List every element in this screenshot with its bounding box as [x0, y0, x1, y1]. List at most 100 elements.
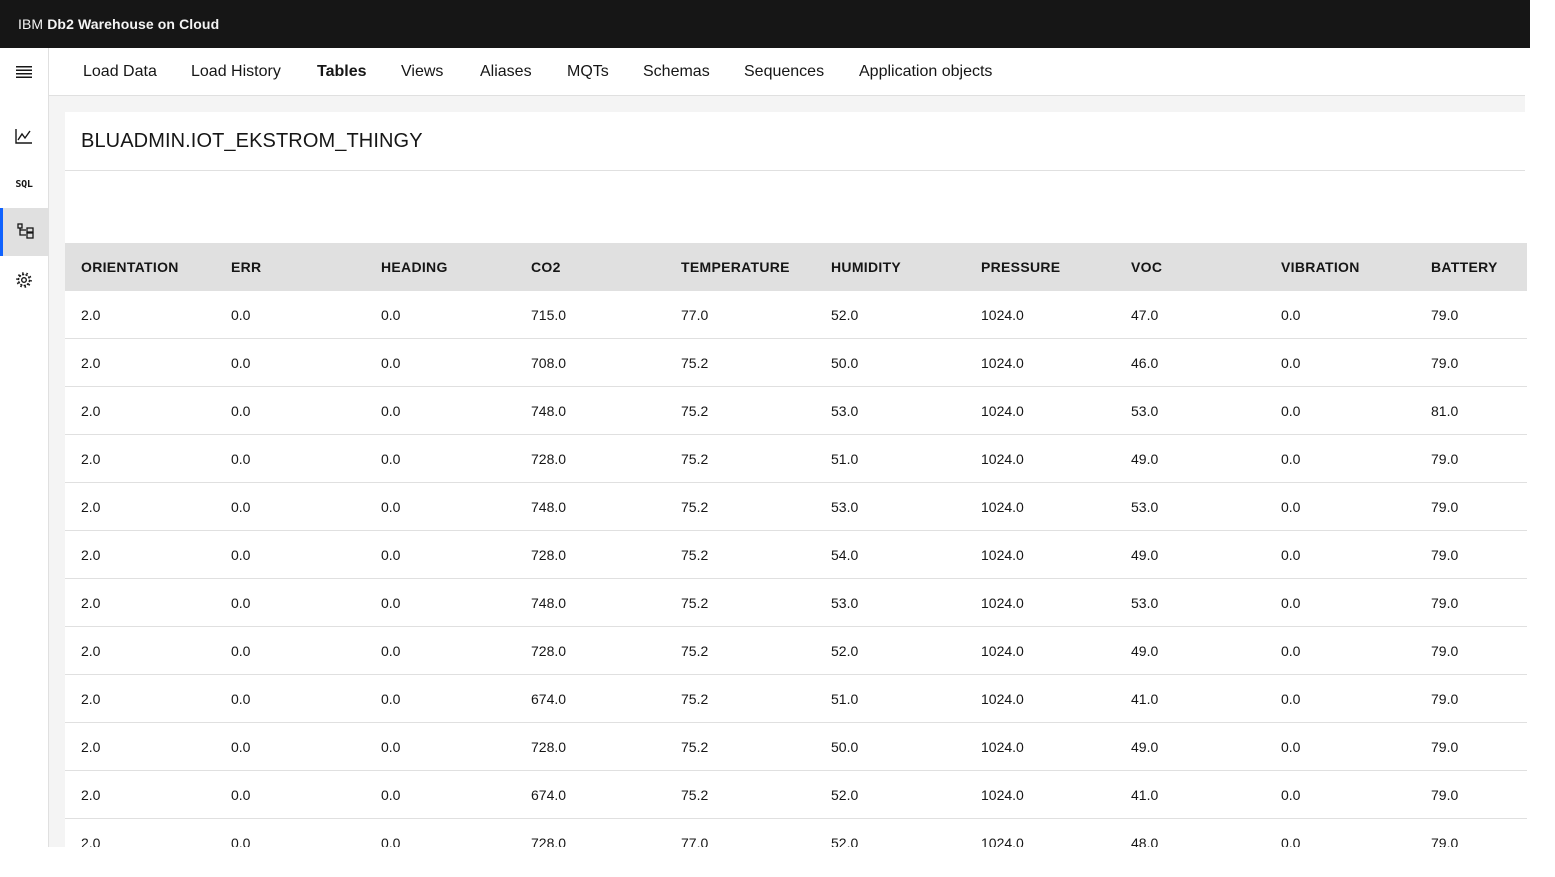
- cell-err: 0.0: [231, 739, 251, 755]
- cell-vibration: 0.0: [1281, 403, 1301, 419]
- cell-vibration: 0.0: [1281, 499, 1301, 515]
- cell-err: 0.0: [231, 787, 251, 803]
- cell-pressure: 1024.0: [981, 595, 1024, 611]
- cell-vibration: 0.0: [1281, 307, 1301, 323]
- cell-temperature: 75.2: [681, 739, 709, 755]
- table-row[interactable]: 2.0 0.0 0.0 748.0 75.2 53.0 1024.0 53.0 0.0 79.0: [65, 579, 1527, 627]
- column-header-co2[interactable]: CO2: [531, 259, 561, 275]
- tab-tables[interactable]: Tables: [317, 63, 367, 81]
- cell-pressure: 1024.0: [981, 643, 1024, 659]
- column-header-voc[interactable]: VOC: [1131, 259, 1162, 275]
- tab-sequences[interactable]: Sequences: [744, 63, 824, 81]
- cell-orientation: 2.0: [81, 451, 101, 467]
- sql-button[interactable]: SQL: [0, 160, 48, 208]
- cell-temperature: 75.2: [681, 355, 709, 371]
- cell-co2: 674.0: [531, 691, 567, 707]
- cell-vibration: 0.0: [1281, 451, 1301, 467]
- cell-heading: 0.0: [381, 451, 401, 467]
- explore-button[interactable]: [0, 208, 48, 256]
- table-row[interactable]: 2.0 0.0 0.0 728.0 75.2 50.0 1024.0 49.0 0.0 79.0: [65, 723, 1527, 771]
- column-header-vibration[interactable]: VIBRATION: [1281, 259, 1360, 275]
- cell-humidity: 51.0: [831, 691, 859, 707]
- tab-load-data[interactable]: Load Data: [83, 63, 157, 81]
- cell-vibration: 0.0: [1281, 691, 1301, 707]
- cell-vibration: 0.0: [1281, 739, 1301, 755]
- table-row[interactable]: 2.0 0.0 0.0 728.0 75.2 52.0 1024.0 49.0 0.0 79.0: [65, 627, 1527, 675]
- table-row[interactable]: 2.0 0.0 0.0 674.0 75.2 52.0 1024.0 41.0 0.0 79.0: [65, 771, 1527, 819]
- cell-err: 0.0: [231, 451, 251, 467]
- cell-humidity: 52.0: [831, 787, 859, 803]
- cell-voc: 49.0: [1131, 739, 1159, 755]
- table-row[interactable]: 2.0 0.0 0.0 748.0 75.2 53.0 1024.0 53.0 0.0 79.0: [65, 483, 1527, 531]
- cell-orientation: 2.0: [81, 403, 101, 419]
- cell-orientation: 2.0: [81, 691, 101, 707]
- table-row[interactable]: 2.0 0.0 0.0 728.0 75.2 54.0 1024.0 49.0 0.0 79.0: [65, 531, 1527, 579]
- content-area: BLUADMIN.IOT_EKSTROM_THINGY ORIENTATION E…: [49, 96, 1527, 867]
- settings-button[interactable]: [0, 256, 48, 304]
- cell-heading: 0.0: [381, 355, 401, 371]
- cell-heading: 0.0: [381, 691, 401, 707]
- tab-views[interactable]: Views: [401, 63, 443, 81]
- cell-pressure: 1024.0: [981, 547, 1024, 563]
- table-title: BLUADMIN.IOT_EKSTROM_THINGY: [81, 130, 423, 152]
- table-row[interactable]: 2.0 0.0 0.0 708.0 75.2 50.0 1024.0 46.0 0.0 79.0: [65, 339, 1527, 387]
- cell-voc: 53.0: [1131, 595, 1159, 611]
- table-row[interactable]: 2.0 0.0 0.0 674.0 75.2 51.0 1024.0 41.0 0.0 79.0: [65, 675, 1527, 723]
- cell-humidity: 52.0: [831, 643, 859, 659]
- cell-humidity: 50.0: [831, 355, 859, 371]
- cell-battery: 79.0: [1431, 643, 1459, 659]
- cell-err: 0.0: [231, 307, 251, 323]
- cell-heading: 0.0: [381, 643, 401, 659]
- cell-co2: 748.0: [531, 499, 567, 515]
- cell-pressure: 1024.0: [981, 499, 1024, 515]
- cell-battery: 79.0: [1431, 691, 1459, 707]
- menu-button[interactable]: [0, 48, 48, 96]
- divider: [65, 170, 1525, 171]
- cell-orientation: 2.0: [81, 595, 101, 611]
- tab-schemas[interactable]: Schemas: [643, 63, 710, 81]
- cell-battery: 81.0: [1431, 403, 1459, 419]
- cell-voc: 53.0: [1131, 403, 1159, 419]
- column-header-temperature[interactable]: TEMPERATURE: [681, 259, 790, 275]
- cell-orientation: 2.0: [81, 643, 101, 659]
- monitor-button[interactable]: [0, 112, 48, 160]
- cell-co2: 728.0: [531, 547, 567, 563]
- cell-co2: 674.0: [531, 787, 567, 803]
- schema-tree-icon: [16, 223, 34, 239]
- tab-load-history[interactable]: Load History: [191, 63, 281, 81]
- cell-temperature: 77.0: [681, 307, 709, 323]
- cell-temperature: 75.2: [681, 451, 709, 467]
- tab-mqts[interactable]: MQTs: [567, 63, 609, 81]
- cell-vibration: 0.0: [1281, 547, 1301, 563]
- column-header-humidity[interactable]: HUMIDITY: [831, 259, 901, 275]
- table-row[interactable]: 2.0 0.0 0.0 715.0 77.0 52.0 1024.0 47.0 0.0 79.0: [65, 291, 1527, 339]
- column-header-pressure[interactable]: PRESSURE: [981, 259, 1060, 275]
- cell-temperature: 75.2: [681, 643, 709, 659]
- cell-voc: 41.0: [1131, 691, 1159, 707]
- cell-heading: 0.0: [381, 595, 401, 611]
- cell-humidity: 53.0: [831, 595, 859, 611]
- tab-application-objects[interactable]: Application objects: [859, 63, 992, 81]
- column-header-orientation[interactable]: ORIENTATION: [81, 259, 179, 275]
- cell-err: 0.0: [231, 643, 251, 659]
- column-header-err[interactable]: ERR: [231, 259, 261, 275]
- cell-temperature: 75.2: [681, 403, 709, 419]
- left-nav: SQL: [0, 48, 49, 847]
- table-row[interactable]: 2.0 0.0 0.0 728.0 75.2 51.0 1024.0 49.0 0.0 79.0: [65, 435, 1527, 483]
- cell-battery: 79.0: [1431, 787, 1459, 803]
- brand[interactable]: IBM Db2 Warehouse on Cloud: [18, 16, 219, 32]
- tab-aliases[interactable]: Aliases: [480, 63, 532, 81]
- grid-body[interactable]: 2.0 0.0 0.0 715.0 77.0 52.0 1024.0 47.0 0.0 79.0 2…: [65, 291, 1527, 867]
- cell-err: 0.0: [231, 691, 251, 707]
- cell-pressure: 1024.0: [981, 403, 1024, 419]
- object-tabs: Load Data Load History Tables Views Alia…: [49, 48, 1525, 96]
- table-row[interactable]: 2.0 0.0 0.0 748.0 75.2 53.0 1024.0 53.0 0.0 81.0: [65, 387, 1527, 435]
- column-header-battery[interactable]: BATTERY: [1431, 259, 1498, 275]
- gear-icon: [16, 272, 32, 288]
- menu-icon: [16, 66, 32, 78]
- cell-humidity: 53.0: [831, 403, 859, 419]
- cell-temperature: 75.2: [681, 787, 709, 803]
- column-header-heading[interactable]: HEADING: [381, 259, 448, 275]
- viewport-edge: [0, 847, 1555, 877]
- cell-temperature: 75.2: [681, 691, 709, 707]
